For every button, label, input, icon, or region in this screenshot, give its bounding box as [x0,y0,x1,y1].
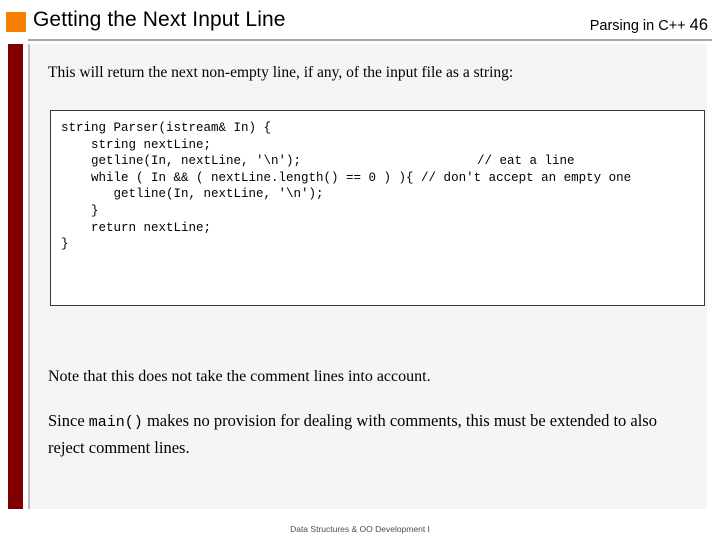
code-lines: string Parser(istream& In) { string next… [61,120,700,253]
code-line: string Parser(istream& In) { [61,121,272,135]
code-line: } [61,237,69,252]
code-line: while ( In && ( nextLine.length() == 0 )… [61,170,632,185]
page-number: 46 [689,16,708,34]
code-line: getline(In, nextLine, '\n'); [61,187,324,202]
code-text: getline(In, nextLine, '\n'); [61,154,302,169]
since-prefix: Since [48,411,89,430]
code-inline-comment: // eat a line [477,154,575,169]
code-block: string Parser(istream& In) { string next… [50,110,705,306]
left-accent-bar [8,44,23,509]
header-divider [28,39,712,41]
course-label: Parsing in C++ [589,18,686,34]
content-panel: This will return the next non-empty line… [28,44,707,509]
footer-text: Data Structures & OO Development I [290,524,430,534]
code-line: return nextLine; [61,220,212,235]
orange-square-icon [6,12,26,32]
page-title: Getting the Next Input Line [33,8,286,31]
main-function-mono: main() [88,414,143,431]
intro-text: This will return the next non-empty line… [48,64,514,81]
since-paragraph: Since main() makes no provision for deal… [48,408,688,460]
code-line: } [61,203,99,218]
note-paragraph: Note that this does not take the comment… [48,368,431,385]
header-course-info: Parsing in C++ 46 [590,16,708,35]
slide-header: Getting the Next Input Line Parsing in C… [0,0,720,41]
code-line-with-comment: getline(In, nextLine, '\n'); // eat a lin… [61,153,700,170]
code-line: string nextLine; [61,137,212,152]
